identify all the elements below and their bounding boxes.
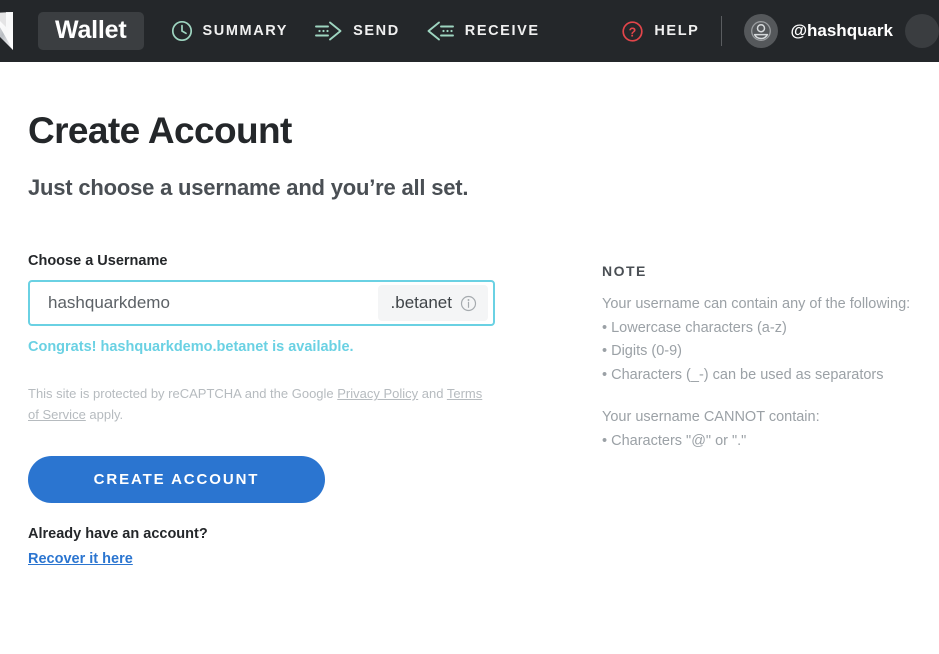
content-columns: Choose a Username .betanet Congrats! has… [28,253,939,567]
user-menu[interactable]: @hashquark [744,14,893,48]
nav-label-summary: SUMMARY [202,23,289,39]
wallet-badge: Wallet [38,11,144,51]
nav-label-send: SEND [353,23,400,39]
nav-label-receive: RECEIVE [464,23,540,39]
app-header: Wallet SUMMARY SEND RECEIVE ? HELP @hash… [0,0,939,62]
info-circle-icon[interactable] [460,295,477,312]
form-column: Choose a Username .betanet Congrats! has… [28,253,568,567]
help-button[interactable]: ? HELP [621,20,699,43]
nav-item-send[interactable]: SEND [314,20,400,42]
recaptcha-text-before: This site is protected by reCAPTCHA and … [28,386,338,402]
note-cannot-item: • Characters "@" or "." [602,432,747,449]
help-label: HELP [654,23,700,39]
note-can-intro: Your username can contain any of the fol… [602,296,911,313]
username-status-message: Congrats! hashquarkdemo.betanet is avail… [28,339,354,356]
note-cannot-intro: Your username CANNOT contain: [602,409,820,426]
privacy-policy-link[interactable]: Privacy Policy [337,386,418,401]
header-right-group: ? HELP @hashquark [621,14,939,48]
nav-item-receive[interactable]: RECEIVE [426,20,540,42]
note-can-item: • Characters (_-) can be used as separat… [602,366,884,383]
page-subtitle: Just choose a username and you’re all se… [28,175,469,201]
page-title: Create Account [28,110,292,151]
recover-account-link[interactable]: Recover it here [28,551,133,567]
note-spacer [602,387,910,406]
recaptcha-notice: This site is protected by reCAPTCHA and … [28,384,483,424]
recaptcha-text-after: apply. [85,406,124,422]
brand-logo[interactable]: Wallet [0,2,144,60]
username-input-wrapper[interactable]: .betanet [28,280,495,327]
username-input[interactable] [30,282,378,325]
note-can-item: • Digits (0-9) [602,343,683,360]
nav-item-summary[interactable]: SUMMARY [170,19,289,43]
clock-icon [171,20,192,42]
header-edge-circle[interactable] [905,14,939,48]
username-field-label: Choose a Username [28,253,168,270]
main-nav: SUMMARY SEND RECEIVE [170,19,540,43]
svg-text:?: ? [629,25,637,39]
recaptcha-text-middle: and [418,386,447,402]
receive-arrow-icon [427,21,454,41]
network-suffix-text: .betanet [390,293,452,313]
question-circle-icon: ? [622,20,644,42]
send-arrow-icon [315,21,342,41]
header-divider [721,16,723,46]
network-suffix-badge: .betanet [377,285,488,322]
create-account-button[interactable]: CREATE ACCOUNT [28,455,325,503]
user-avatar-icon [744,14,779,48]
already-have-account-text: Already have an account? [28,525,208,542]
note-heading: NOTE [602,263,647,280]
note-column: NOTE Your username can contain any of th… [602,253,910,567]
note-can-item: • Lowercase characters (a-z) [602,319,787,336]
user-name-label: @hashquark [790,21,893,40]
main-content: Create Account Just choose a username an… [0,62,939,568]
